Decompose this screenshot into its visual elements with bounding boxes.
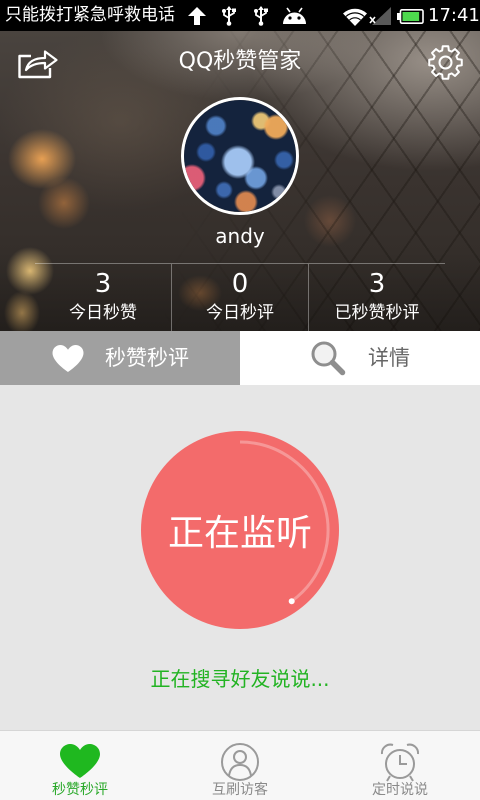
nav-label: 定时说说 [372,782,428,798]
nav-item-like-comment[interactable]: 秒赞秒评 [0,731,160,800]
avatar[interactable] [181,97,299,215]
profile-header: QQ秒赞管家 andy 3 今日秒赞 0 今日秒评 3 已秒赞秒评 [0,31,480,331]
nav-item-visitors[interactable]: 互刷访客 [160,731,320,800]
stat-today-comments: 0 今日秒评 [171,264,308,331]
heart-icon [60,744,100,778]
search-status-text: 正在搜寻好友说说... [150,667,330,691]
main-content: 正在监听 正在搜寻好友说说... [0,385,480,730]
person-icon [221,743,259,781]
usb-icon [222,6,236,26]
tab-details[interactable]: 详情 [240,331,480,385]
stats-row: 3 今日秒赞 0 今日秒评 3 已秒赞秒评 [35,264,445,331]
tab-bar: 秒赞秒评 详情 [0,331,480,385]
stat-total: 3 已秒赞秒评 [308,264,445,331]
wifi-icon [343,8,367,26]
username: andy [215,224,265,248]
tab-label: 秒赞秒评 [105,346,189,370]
search-icon [311,341,346,376]
battery-icon [397,9,424,24]
stat-label: 已秒赞秒评 [334,303,420,323]
avatar-image [184,100,296,212]
status-notice: 只能拨打紧急呼救电话 [5,5,175,25]
nav-label: 秒赞秒评 [52,782,108,798]
tab-like-comment[interactable]: 秒赞秒评 [0,331,240,385]
status-bar: 只能拨打紧急呼救电话 17:41 [0,0,480,31]
stat-value: 3 [368,269,386,299]
stat-today-likes: 3 今日秒赞 [35,264,171,331]
gear-icon[interactable] [427,44,464,81]
nav-item-scheduled-posts[interactable]: 定时说说 [320,731,480,800]
nav-label: 互刷访客 [212,782,268,798]
stat-value: 3 [94,269,112,299]
android-icon [283,7,306,24]
stat-label: 今日秒评 [206,303,274,323]
status-time: 17:41 [428,5,480,26]
page-title: QQ秒赞管家 [178,49,302,74]
alarm-clock-icon [380,743,420,782]
monitor-label: 正在监听 [167,513,312,554]
bottom-nav: 秒赞秒评 互刷访客 定时说说 [0,730,480,800]
tab-label: 详情 [368,346,410,370]
usb-icon [254,6,268,26]
upload-arrow-icon [188,7,206,25]
stat-value: 0 [231,269,249,299]
heart-icon [52,344,84,372]
stat-label: 今日秒赞 [69,303,137,323]
monitor-button[interactable]: 正在监听 [138,428,342,632]
signal-icon [369,7,391,25]
